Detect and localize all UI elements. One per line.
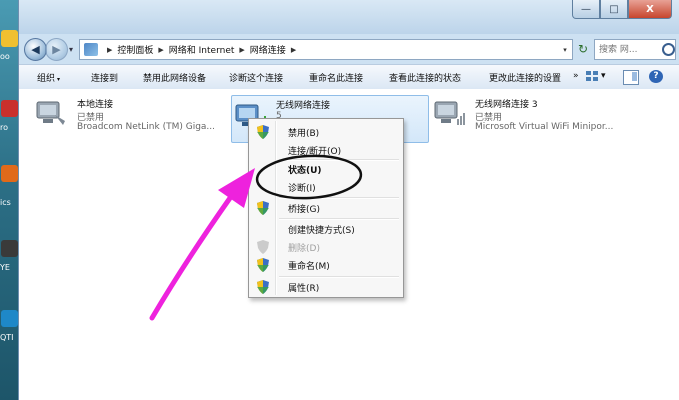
views-dropdown[interactable]: ▾ (601, 71, 606, 81)
back-button[interactable]: ◀ (24, 38, 47, 61)
menu-item-label: 桥接(G) (288, 205, 320, 215)
menu-item-connect-disconnect[interactable]: 连接/断开(O) (249, 141, 403, 159)
organize-label: 组织 (37, 74, 56, 84)
address-dropdown[interactable]: ▾ (558, 46, 572, 54)
context-menu: 禁用(B) 连接/断开(O) 状态(U) 诊断(I) 桥接(G) 创建快捷方式(… (248, 118, 404, 298)
connection-name: 无线网络连接 3 (475, 100, 538, 110)
menu-item-diagnose[interactable]: 诊断(I) (249, 178, 403, 196)
uac-shield-icon (257, 125, 269, 139)
desktop-strip: oo ro ics YE QTI (0, 0, 20, 400)
menu-item-label: 属性(R) (288, 284, 320, 294)
uac-shield-icon (257, 280, 269, 294)
recent-pages-dropdown[interactable]: ▾ (69, 45, 73, 54)
search-box (594, 39, 676, 60)
desktop-icon[interactable] (1, 240, 18, 257)
change-settings-button[interactable]: 更改此连接的设置 (489, 71, 561, 84)
control-panel-icon (84, 43, 98, 56)
window-controls: — □ X (572, 0, 672, 19)
network-adapter-icon (36, 101, 65, 125)
help-icon[interactable]: ? (649, 70, 663, 83)
breadcrumb-control-panel[interactable]: 控制面板 (117, 43, 153, 56)
desktop-icon[interactable] (1, 165, 18, 182)
chevron-down-icon: ▾ (57, 76, 61, 83)
menu-item-delete: 删除(D) (249, 238, 403, 256)
breadcrumb-network-connections[interactable]: 网络连接 (250, 43, 286, 56)
diagnose-button[interactable]: 诊断这个连接 (229, 71, 283, 84)
menu-item-label: 状态(U) (288, 166, 322, 176)
desktop-icon-label: ics (0, 198, 11, 207)
search-icon[interactable] (662, 43, 675, 56)
breadcrumb: 控制面板 ▶ 网络和 Internet ▶ 网络连接 ▶ (117, 43, 301, 57)
minimize-button[interactable]: — (572, 0, 600, 19)
connect-to-button[interactable]: 连接到 (91, 71, 118, 84)
desktop-icon[interactable] (1, 100, 18, 117)
menu-item-status[interactable]: 状态(U) (249, 160, 403, 178)
desktop-icon-label: QTI (0, 333, 14, 342)
connection-item-local[interactable]: 本地连接 已禁用 Broadcom NetLink (TM) Giga... (35, 97, 235, 141)
views-icon[interactable] (585, 70, 599, 83)
desktop-icon-label: oo (0, 52, 10, 61)
connection-name: 本地连接 (77, 100, 114, 110)
breadcrumb-separator[interactable]: ▶ (291, 46, 296, 54)
connection-item-wireless-3[interactable]: 无线网络连接 3 已禁用 Microsoft Virtual WiFi Mini… (433, 97, 663, 141)
desktop-icon[interactable] (1, 30, 18, 47)
menu-item-disable[interactable]: 禁用(B) (249, 123, 403, 141)
search-input[interactable] (595, 43, 661, 56)
organize-menu[interactable]: 组织 ▾ (37, 71, 60, 84)
uac-shield-icon (257, 258, 269, 272)
view-status-button[interactable]: 查看此连接的状态 (389, 71, 461, 84)
title-bar: — □ X (19, 0, 679, 34)
disable-device-button[interactable]: 禁用此网络设备 (143, 71, 206, 84)
breadcrumb-separator[interactable]: ▶ (158, 46, 163, 54)
maximize-button[interactable]: □ (600, 0, 628, 19)
breadcrumb-network-internet[interactable]: 网络和 Internet (169, 43, 235, 56)
desktop-icon-label: YE (0, 263, 10, 272)
breadcrumb-separator[interactable]: ▶ (107, 46, 112, 54)
menu-item-create-shortcut[interactable]: 创建快捷方式(S) (249, 220, 403, 238)
desktop-icon[interactable] (1, 310, 18, 327)
uac-shield-icon (257, 201, 269, 215)
breadcrumb-separator[interactable]: ▶ (239, 46, 244, 54)
menu-item-label: 连接/断开(O) (288, 147, 342, 157)
menu-item-rename[interactable]: 重命名(M) (249, 256, 403, 274)
navigation-row: ◀ ▶ ▾ ▶ 控制面板 ▶ 网络和 Internet ▶ 网络连接 ▶ ▾ ↻ (19, 38, 679, 61)
rename-button[interactable]: 重命名此连接 (309, 71, 363, 84)
menu-item-label: 删除(D) (288, 244, 320, 254)
menu-item-properties[interactable]: 属性(R) (249, 278, 403, 296)
uac-shield-icon (257, 240, 269, 254)
close-button[interactable]: X (628, 0, 672, 19)
preview-pane-icon[interactable] (623, 70, 639, 85)
address-bar[interactable]: ▶ 控制面板 ▶ 网络和 Internet ▶ 网络连接 ▶ ▾ (79, 39, 573, 60)
menu-item-label: 重命名(M) (288, 262, 330, 272)
connection-adapter: Broadcom NetLink (TM) Giga... (77, 122, 216, 132)
menu-item-bridge[interactable]: 桥接(G) (249, 199, 403, 217)
menu-item-label: 禁用(B) (288, 129, 320, 139)
connection-adapter: Microsoft Virtual WiFi Minipor... (475, 122, 614, 132)
command-bar: 组织 ▾ 连接到 禁用此网络设备 诊断这个连接 重命名此连接 查看此连接的状态 更… (19, 64, 679, 90)
menu-item-label: 诊断(I) (288, 184, 316, 194)
refresh-button[interactable]: ↻ (575, 41, 591, 57)
desktop-icon-label: ro (0, 123, 9, 132)
connection-name: 无线网络连接 (276, 101, 331, 111)
menu-item-label: 创建快捷方式(S) (288, 226, 355, 236)
forward-button[interactable]: ▶ (45, 38, 68, 61)
wireless-adapter-icon (434, 101, 465, 125)
overflow-chevron[interactable]: » (573, 71, 579, 81)
